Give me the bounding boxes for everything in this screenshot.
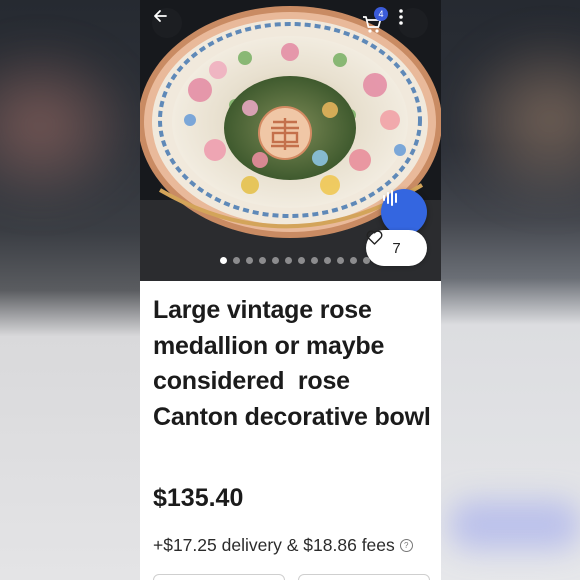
gallery-dot[interactable] [272,257,279,264]
info-icon[interactable]: ? [399,539,413,552]
gallery-dot[interactable] [246,257,253,264]
backdrop-right [440,0,580,580]
heart-icon [366,230,383,245]
gallery-dot[interactable] [298,257,305,264]
gallery-dot[interactable] [337,257,344,264]
gallery-dot[interactable] [259,257,266,264]
listing-price: $135.40 [153,484,244,512]
more-options-button[interactable] [398,8,428,38]
gallery-dot[interactable] [311,257,318,264]
cart-count-badge: 4 [374,7,388,21]
gallery-dot[interactable] [285,257,292,264]
voice-search-button[interactable] [381,189,427,235]
gallery-pagination[interactable] [220,257,370,264]
audio-waveform-icon [383,190,397,206]
cart-button[interactable]: 4 [358,7,392,38]
gallery-dot[interactable] [324,257,331,264]
bottom-action-left[interactable] [153,574,285,580]
fees-text: +$17.25 delivery & $18.86 fees [153,535,395,555]
like-button[interactable]: 7 [366,230,427,266]
like-count: 7 [392,239,401,257]
fees-row: +$17.25 delivery & $18.86 fees ? [153,535,413,556]
back-button[interactable] [152,8,182,38]
gallery-dot[interactable] [363,257,370,264]
arrow-left-icon [154,10,167,22]
more-vertical-icon [399,9,403,25]
backdrop-left [0,0,140,580]
gallery-dot[interactable] [350,257,357,264]
product-photo[interactable]: 4 7 [140,0,441,281]
gallery-dot[interactable] [220,257,227,264]
listing-title: Large vintage rose medallion or maybe co… [153,296,431,431]
bottom-action-right[interactable] [298,574,430,580]
listing-screen: 4 7 Large vintage rose medallion or mayb… [140,0,441,580]
gallery-dot[interactable] [233,257,240,264]
